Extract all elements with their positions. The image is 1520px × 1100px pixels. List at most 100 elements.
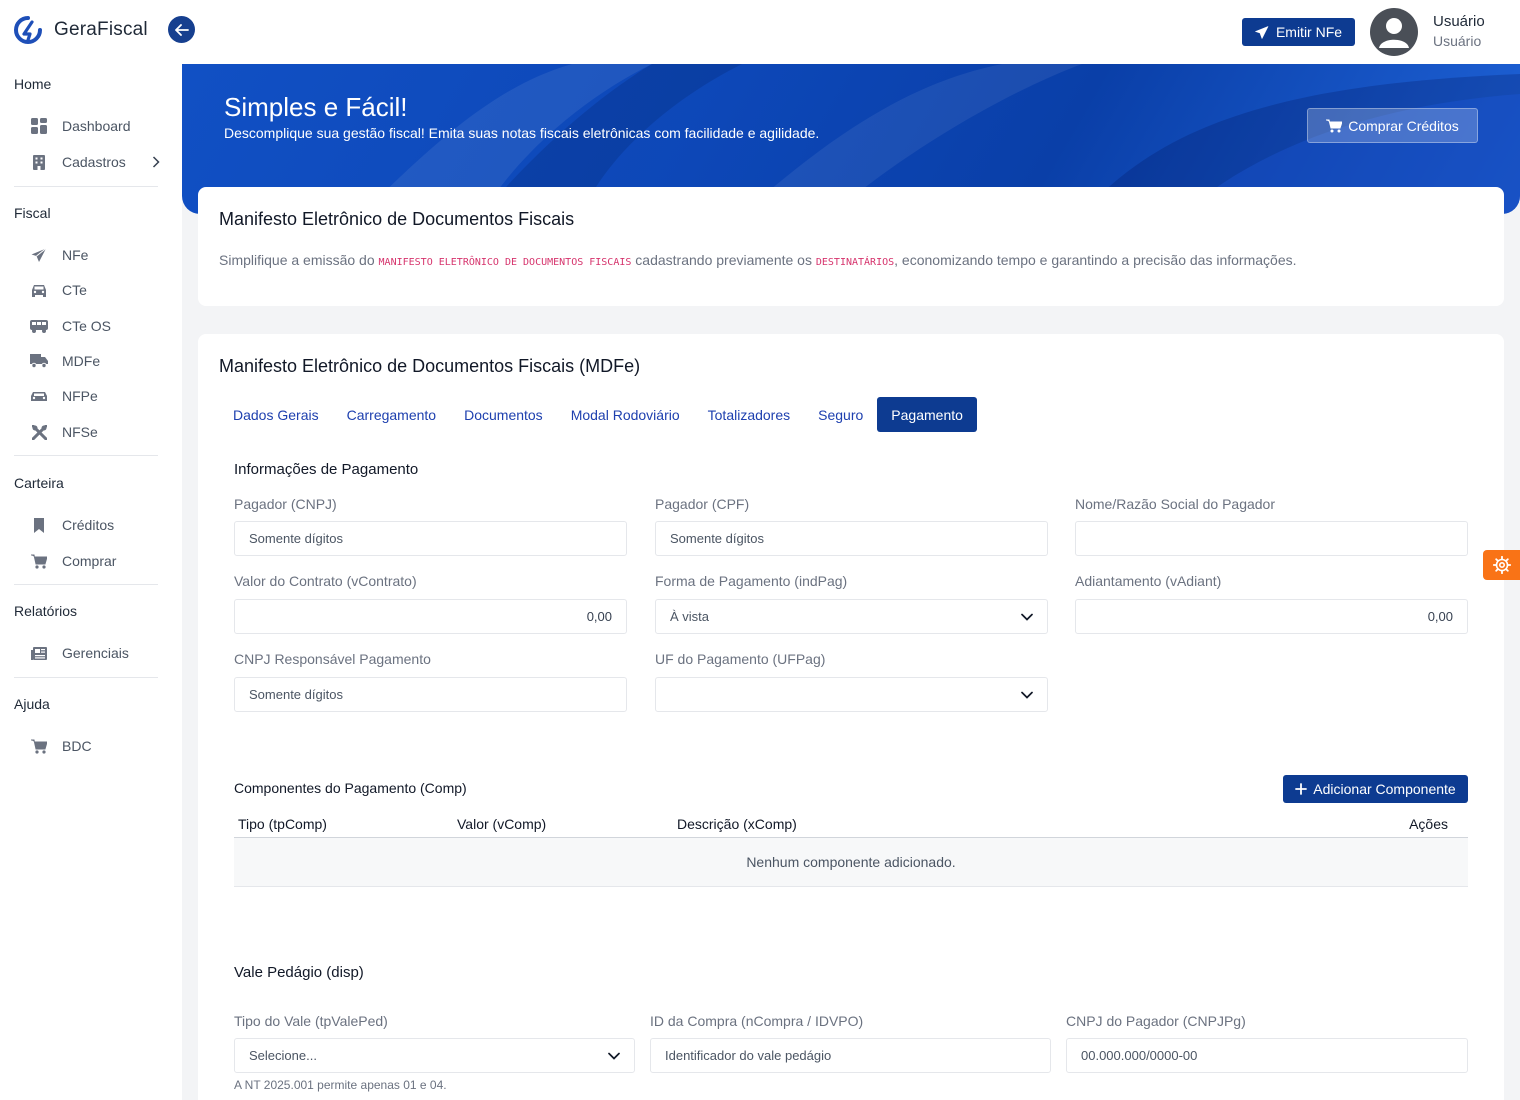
sidebar-item-nfse[interactable]: NFSe bbox=[30, 423, 160, 441]
sidebar-item-label: Créditos bbox=[62, 517, 115, 533]
user-name: Usuário bbox=[1433, 13, 1485, 30]
bus-icon bbox=[30, 317, 48, 335]
vale-hint: A NT 2025.001 permite apenas 01 e 04. bbox=[234, 1078, 447, 1092]
sidebar-section-ajuda: Ajuda bbox=[14, 696, 50, 712]
pagador-cpf-input[interactable]: Somente dígitos bbox=[655, 521, 1048, 556]
sidebar-divider bbox=[14, 584, 158, 585]
components-empty-row: Nenhum componente adicionado. bbox=[234, 838, 1468, 887]
collapse-sidebar-button[interactable] bbox=[168, 16, 195, 43]
settings-button[interactable] bbox=[1483, 550, 1520, 580]
nome-pagador-label: Nome/Razão Social do Pagador bbox=[1075, 496, 1276, 512]
add-component-button[interactable]: Adicionar Componente bbox=[1283, 775, 1468, 803]
sidebar-item-label: CTe OS bbox=[62, 318, 112, 334]
sidebar-item-nfe[interactable]: NFe bbox=[30, 246, 160, 264]
cnpj-pagador-input[interactable]: 00.000.000/0000-00 bbox=[1066, 1038, 1468, 1073]
sidebar-item-label: NFPe bbox=[62, 388, 98, 404]
newspaper-icon bbox=[30, 644, 48, 662]
sidebar-item-label: MDFe bbox=[62, 353, 101, 369]
cnpj-responsavel-input[interactable]: Somente dígitos bbox=[234, 677, 627, 712]
cart-icon bbox=[30, 552, 48, 570]
sidebar-item-mdfe[interactable]: MDFe bbox=[30, 352, 160, 370]
sidebar-item-cadastros[interactable]: Cadastros bbox=[30, 153, 160, 171]
car-icon bbox=[30, 281, 48, 299]
chevron-down-icon bbox=[1021, 613, 1033, 621]
user-role: Usuário bbox=[1433, 33, 1482, 49]
uf-pagamento-label: UF do Pagamento (UFPag) bbox=[655, 651, 826, 667]
buy-credits-button[interactable]: Comprar Créditos bbox=[1307, 108, 1478, 143]
cnpj-responsavel-label: CNPJ Responsável Pagamento bbox=[234, 651, 431, 667]
intro-code-destinatarios: DESTINATÁRIOS bbox=[815, 257, 895, 268]
valor-contrato-input[interactable]: 0,00 bbox=[234, 599, 627, 634]
sidebar-item-bdc[interactable]: BDC bbox=[30, 737, 160, 755]
gear-icon bbox=[1492, 556, 1511, 574]
tab-documentos[interactable]: Documentos bbox=[450, 397, 557, 432]
sidebar-item-gerenciais[interactable]: Gerenciais bbox=[30, 644, 160, 662]
uf-pagamento-select[interactable] bbox=[655, 677, 1048, 712]
forma-pagamento-label: Forma de Pagamento (indPag) bbox=[655, 573, 848, 589]
plus-icon bbox=[1295, 783, 1308, 795]
sidebar-item-creditos[interactable]: Créditos bbox=[30, 516, 160, 534]
tipo-vale-value: Selecione... bbox=[249, 1048, 317, 1063]
cart-icon bbox=[30, 737, 48, 755]
taxi-icon bbox=[30, 387, 48, 405]
sidebar-item-label: Dashboard bbox=[62, 118, 131, 134]
arrow-left-icon bbox=[174, 23, 189, 36]
tab-pagamento[interactable]: Pagamento bbox=[877, 397, 977, 432]
tab-seguro[interactable]: Seguro bbox=[804, 397, 877, 432]
buy-credits-label: Comprar Créditos bbox=[1348, 117, 1459, 134]
forma-pagamento-select[interactable]: À vista bbox=[655, 599, 1048, 634]
mdfe-form-card: Manifesto Eletrônico de Documentos Fisca… bbox=[198, 334, 1504, 1100]
sidebar-item-dashboard[interactable]: Dashboard bbox=[30, 117, 160, 135]
logo-icon bbox=[14, 16, 42, 44]
paper-plane-icon bbox=[30, 246, 48, 264]
adiantamento-input[interactable]: 0,00 bbox=[1075, 599, 1468, 634]
vale-section-title: Vale Pedágio (disp) bbox=[234, 964, 364, 981]
sidebar-divider bbox=[14, 186, 158, 187]
column-header: Ações bbox=[1409, 816, 1448, 832]
id-compra-label: ID da Compra (nCompra / IDVPO) bbox=[650, 1013, 864, 1029]
tipo-vale-label: Tipo do Vale (tpValePed) bbox=[234, 1013, 388, 1029]
sidebar-item-label: BDC bbox=[62, 738, 92, 754]
tab-carregamento[interactable]: Carregamento bbox=[333, 397, 451, 432]
intro-text-part: Simplifique a emissão do bbox=[219, 252, 379, 268]
chevron-down-icon bbox=[1021, 691, 1033, 699]
sidebar-divider bbox=[14, 677, 158, 678]
sidebar-item-label: Cadastros bbox=[62, 154, 126, 170]
nome-pagador-input[interactable] bbox=[1075, 521, 1468, 556]
sidebar-section-relatorios: Relatórios bbox=[14, 603, 78, 619]
components-table-header: Tipo (tpComp) Valor (vComp) Descrição (x… bbox=[234, 810, 1468, 838]
user-icon bbox=[1379, 18, 1409, 48]
tab-modal-rodoviario[interactable]: Modal Rodoviário bbox=[557, 397, 694, 432]
sidebar-item-label: NFe bbox=[62, 247, 89, 263]
form-tabs: Dados Gerais Carregamento Documentos Mod… bbox=[219, 397, 977, 432]
forma-pagamento-value: À vista bbox=[670, 609, 710, 624]
sidebar-item-comprar[interactable]: Comprar bbox=[30, 552, 160, 570]
tab-dados-gerais[interactable]: Dados Gerais bbox=[219, 397, 333, 432]
app-logo[interactable]: GeraFiscal bbox=[14, 16, 148, 44]
paper-plane-icon bbox=[1255, 25, 1269, 39]
chevron-right-icon bbox=[152, 156, 160, 168]
add-component-label: Adicionar Componente bbox=[1313, 781, 1456, 797]
chevron-down-icon bbox=[608, 1052, 620, 1060]
payment-section-title: Informações de Pagamento bbox=[234, 461, 419, 478]
emit-nfe-button[interactable]: Emitir NFe bbox=[1242, 18, 1355, 46]
tab-totalizadores[interactable]: Totalizadores bbox=[694, 397, 805, 432]
cart-icon bbox=[1326, 119, 1343, 132]
sidebar-item-cte[interactable]: CTe bbox=[30, 281, 160, 299]
avatar[interactable] bbox=[1370, 8, 1418, 56]
dashboard-icon bbox=[30, 117, 48, 135]
pagador-cnpj-input[interactable]: Somente dígitos bbox=[234, 521, 627, 556]
truck-icon bbox=[30, 352, 48, 370]
column-header: Valor (vComp) bbox=[457, 816, 547, 832]
intro-title: Manifesto Eletrônico de Documentos Fisca… bbox=[219, 209, 575, 229]
tipo-vale-select[interactable]: Selecione... bbox=[234, 1038, 635, 1073]
id-compra-input[interactable]: Identificador do vale pedágio bbox=[650, 1038, 1051, 1073]
sidebar-item-label: Comprar bbox=[62, 553, 117, 569]
sidebar-item-nfpe[interactable]: NFPe bbox=[30, 387, 160, 405]
top-bar: GeraFiscal Emitir NFe Usuário Usuário bbox=[0, 0, 1520, 64]
sidebar-section-home: Home bbox=[14, 76, 52, 92]
app-name: GeraFiscal bbox=[54, 19, 148, 40]
sidebar-section-carteira: Carteira bbox=[14, 475, 64, 491]
sidebar-item-label: NFSe bbox=[62, 424, 98, 440]
sidebar-item-cte-os[interactable]: CTe OS bbox=[30, 317, 160, 335]
